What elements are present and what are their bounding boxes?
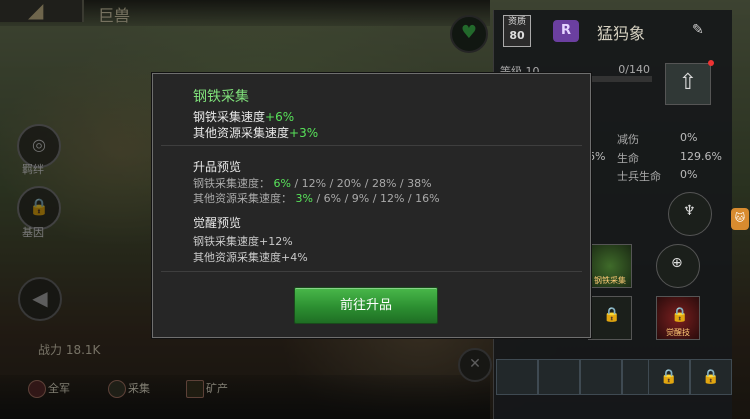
upgrade-preview-other: 其他资源采集速度： 3% / 6% / 9% / 12% / 16% [193, 190, 440, 206]
lock-icon: 🔒 [671, 307, 689, 323]
lock-icon: 🔒 [660, 369, 678, 385]
stat-value-damage-reduction: 0% [680, 131, 698, 144]
upgrade-other-rest: / 6% / 9% / 12% / 16% [312, 192, 440, 205]
awaken-preview-heading: 觉醒预览 [193, 216, 242, 230]
stat-label-troop-health: 士兵生命 [617, 170, 661, 183]
skill-gather-label: 钢铁采集 [594, 276, 626, 285]
up-arrow-icon: ⇧ [678, 70, 698, 95]
equip-slot-5[interactable]: 🔒 [648, 359, 690, 395]
edit-icon[interactable]: ✎ [692, 22, 704, 38]
pet-cat-icon[interactable]: 🐱 [731, 208, 749, 230]
divider [161, 271, 582, 272]
upgrade-other-current: 3% [295, 192, 313, 205]
effect-steel-label: 钢铁采集速度 [193, 110, 266, 124]
tooltip-title: 钢铁采集 [193, 89, 249, 105]
level-progress: 0/140 [618, 63, 650, 76]
upgrade-steel-current: 6% [273, 177, 291, 190]
stat-label-health: 生命 [617, 152, 639, 165]
equip-slot-6[interactable]: 🔒 [690, 359, 732, 395]
tooltip-effect-other: 其他资源采集速度+3% [193, 124, 318, 141]
stat-value-health: 129.6% [680, 150, 722, 163]
skill-slot-locked[interactable]: 🔒 [588, 296, 632, 340]
divider [161, 145, 582, 146]
lock-icon: 🔒 [702, 369, 720, 385]
equip-slot-1[interactable] [496, 359, 538, 395]
lock-icon: 🔒 [603, 307, 621, 323]
stat-value-troop-health: 0% [680, 168, 698, 181]
upgrade-button[interactable]: ⇧ [665, 63, 711, 105]
skill-slot-target[interactable]: ⊕ [656, 244, 700, 288]
equip-slot-3[interactable] [580, 359, 622, 395]
awaken-preview-steel: 钢铁采集速度+12% [193, 235, 293, 248]
skill-slot-gather[interactable]: 钢铁采集 [588, 244, 632, 288]
notification-dot [708, 60, 714, 66]
rank-badge: R [553, 20, 579, 42]
skill-slot-claw[interactable]: ♆ [668, 192, 712, 236]
quality-value: 80 [509, 29, 525, 42]
upgrade-preview-steel: 钢铁采集速度： 6% / 12% / 20% / 28% / 38% [193, 175, 432, 191]
tooltip-effect-steel: 钢铁采集速度+6% [193, 108, 294, 125]
upgrade-steel-label: 钢铁采集速度： [193, 177, 270, 190]
effect-steel-value: +6% [265, 110, 295, 124]
upgrade-preview-heading: 升品预览 [193, 160, 242, 174]
stat-label-damage-reduction: 减伤 [617, 133, 639, 146]
skill-tooltip: 钢铁采集 钢铁采集速度+6% 其他资源采集速度+3% 升品预览 钢铁采集速度： … [152, 73, 591, 338]
upgrade-other-label: 其他资源采集速度： [193, 192, 292, 205]
quality-label: 资质 [507, 17, 526, 27]
quality-badge: 资质 80 [503, 15, 531, 47]
claw-icon: ♆ [683, 203, 696, 219]
awaken-preview-other: 其他资源采集速度+4% [193, 251, 308, 264]
skill-awaken-label: 觉醒技 [666, 328, 690, 337]
effect-other-label: 其他资源采集速度 [193, 126, 290, 140]
equip-slot-2[interactable] [538, 359, 580, 395]
go-upgrade-button[interactable]: 前往升品 [294, 287, 438, 324]
effect-other-value: +3% [289, 126, 319, 140]
hero-name: 猛犸象 [597, 24, 646, 43]
target-icon: ⊕ [671, 255, 683, 271]
upgrade-steel-rest: / 12% / 20% / 28% / 38% [290, 177, 432, 190]
skill-slot-awaken[interactable]: 🔒 觉醒技 [656, 296, 700, 340]
